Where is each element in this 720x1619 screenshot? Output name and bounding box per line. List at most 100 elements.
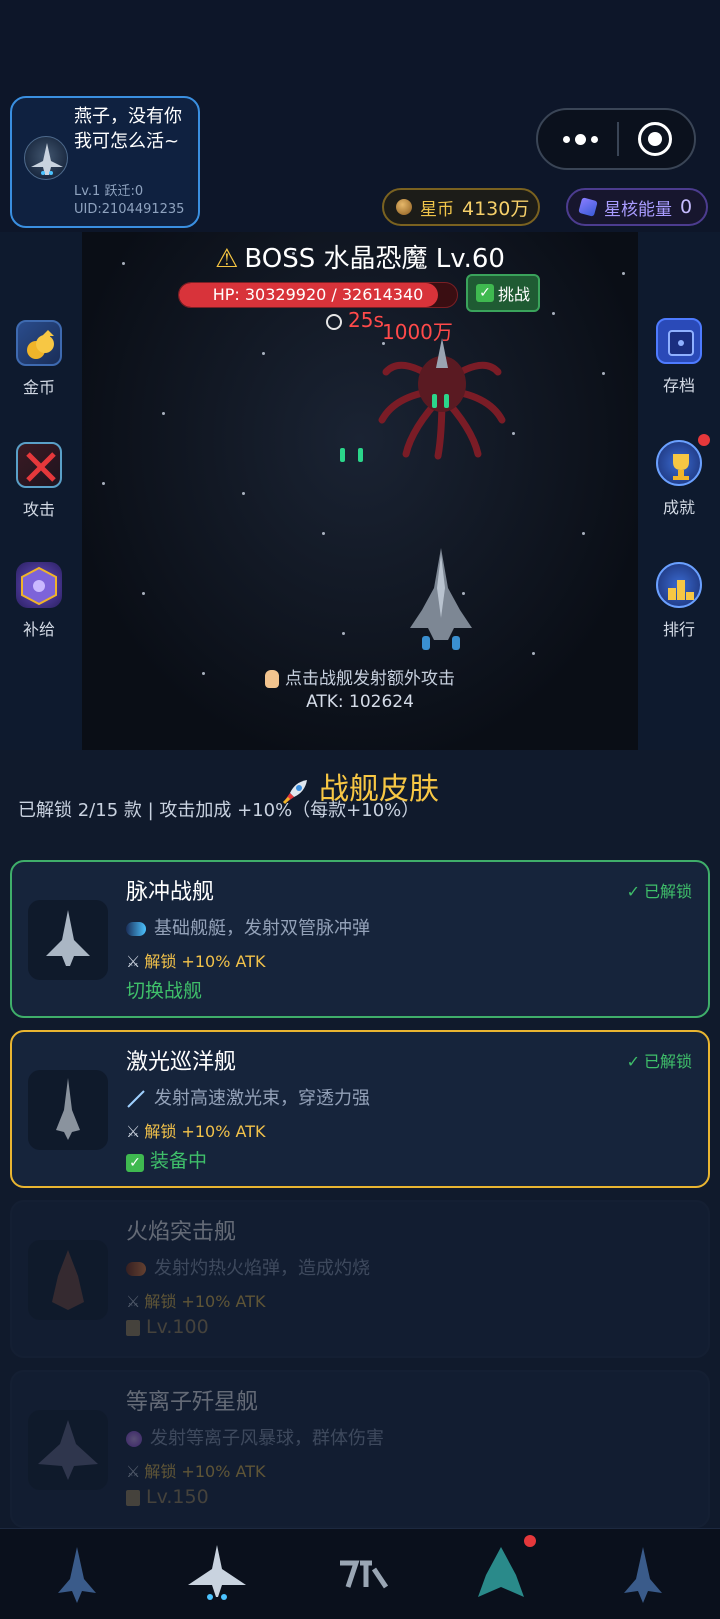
- bottom-nav: [0, 1528, 720, 1619]
- profile-level: Lv.1 跃迁:0: [74, 184, 144, 199]
- menu-achievement[interactable]: 成就: [644, 434, 714, 518]
- skin-card-plasma[interactable]: 等离子歼星舰 发射等离子风暴球，群体伤害 ⚔ 解锁 +10% ATK Lv.150: [10, 1370, 710, 1528]
- star: [462, 592, 465, 595]
- skin-card-pulse[interactable]: 脉冲战舰 ✓ 已解锁 基础舰艇，发射双管脉冲弹 ⚔ 解锁 +10% ATK 切换战舰: [10, 860, 710, 1018]
- menu-ranking-label: 排行: [662, 620, 695, 639]
- check-icon: ✓: [626, 882, 640, 901]
- atk-readout: ATK: 102624: [306, 692, 414, 712]
- nav-ship-2[interactable]: [182, 1539, 252, 1609]
- nav-ship-1[interactable]: [42, 1539, 112, 1609]
- boss-timer: 25s: [326, 308, 384, 332]
- skin-name: 脉冲战舰: [126, 880, 215, 905]
- skin-bonus: ⚔ 解锁 +10% ATK: [126, 1122, 266, 1141]
- warning-icon: ⚠: [215, 244, 239, 274]
- menu-ranking[interactable]: 排行: [644, 562, 714, 640]
- swords-icon: ⚔: [126, 1462, 141, 1481]
- pointing-hand-icon: [265, 670, 279, 688]
- gold-coins-icon: [16, 320, 62, 366]
- swords-icon: ⚔: [126, 1122, 141, 1141]
- menu-supply[interactable]: 补给: [4, 562, 74, 640]
- coin-balance[interactable]: 星币 4130万: [382, 188, 540, 226]
- menu-save[interactable]: 存档: [644, 318, 714, 396]
- leaderboard-icon: [656, 562, 702, 608]
- boss-crystal-demon-icon: [378, 338, 506, 460]
- nav-logo[interactable]: [326, 1539, 396, 1609]
- capsule-divider: [617, 122, 619, 156]
- supply-crate-icon: [16, 562, 62, 608]
- star: [102, 482, 105, 485]
- energy-crystal-icon: [578, 197, 598, 217]
- skin-thumbnail: [28, 1240, 108, 1320]
- plasma-orb-icon: [126, 1431, 142, 1447]
- checkbox-icon: ✓: [475, 284, 494, 302]
- coin-icon: [396, 199, 412, 215]
- skin-thumbnail: [28, 1410, 108, 1490]
- crossed-swords-icon: [16, 442, 62, 488]
- menu-achievement-label: 成就: [662, 498, 695, 517]
- star: [582, 532, 585, 535]
- boss-hp-bar: HP: 30329920 / 32614340: [178, 282, 458, 308]
- boss-hp-text: HP: 30329920 / 32614340: [212, 285, 424, 304]
- swords-icon: ⚔: [126, 1292, 141, 1311]
- timer-text: 25s: [348, 308, 384, 332]
- menu-supply-label: 补给: [22, 620, 55, 639]
- profile-uid: UID:2104491235: [74, 202, 185, 217]
- skin-desc: 发射等离子风暴球，群体伤害: [126, 1424, 384, 1450]
- more-button[interactable]: [548, 110, 612, 168]
- achievement-badge: [698, 434, 710, 446]
- flame-bullet-icon: [126, 1262, 146, 1276]
- nav-ship-5[interactable]: [608, 1539, 678, 1609]
- save-icon: [656, 318, 702, 364]
- boss-bullet: [358, 448, 363, 462]
- checkbox-icon: ✓: [126, 1154, 144, 1172]
- energy-label: 星核能量: [604, 199, 672, 220]
- star: [552, 312, 555, 315]
- boss-title: ⚠ BOSS 水晶恐魔 Lv.60: [0, 238, 720, 275]
- star: [322, 532, 325, 535]
- battle-area: ⚠ BOSS 水晶恐魔 Lv.60 HP: 30329920 / 32614340…: [0, 232, 720, 750]
- menu-gold-label: 金币: [22, 378, 55, 397]
- laser-ship-icon: [56, 1078, 80, 1140]
- profile-card[interactable]: 燕子，没有你我可怎么活~ Lv.1 跃迁:0 UID:2104491235: [10, 96, 200, 228]
- skins-panel: 战舰皮肤 已解锁 2/15 款 | 攻击加成 +10%（每款+10%） 脉冲战舰…: [0, 750, 720, 1528]
- flame-ship-icon: [52, 1250, 84, 1310]
- energy-balance[interactable]: 星核能量 0: [566, 188, 708, 226]
- profile-name: 燕子，没有你我可怎么活~: [74, 106, 182, 152]
- star: [512, 432, 515, 435]
- menu-attack[interactable]: 攻击: [4, 442, 74, 520]
- skins-summary: 已解锁 2/15 款 | 攻击加成 +10%（每款+10%）: [18, 800, 420, 821]
- tap-hint-text: 点击战舰发射额外攻击: [285, 669, 455, 689]
- damage-popup: 1000万: [382, 320, 453, 344]
- lock-icon: [126, 1489, 140, 1506]
- energy-value: 0: [680, 196, 693, 218]
- switch-ship-button[interactable]: 切换战舰: [126, 976, 202, 1003]
- more-dot-icon: [590, 135, 598, 143]
- skin-lock-requirement: Lv.150: [126, 1486, 209, 1508]
- skin-card-flame[interactable]: 火焰突击舰 发射灼热火焰弹，造成灼烧 ⚔ 解锁 +10% ATK Lv.100: [10, 1200, 710, 1358]
- skin-thumbnail: [28, 1070, 108, 1150]
- ship-avatar-icon: [31, 143, 63, 175]
- top-header: 燕子，没有你我可怎么活~ Lv.1 跃迁:0 UID:2104491235 星币…: [0, 0, 720, 232]
- nav-ship-4[interactable]: [466, 1535, 536, 1609]
- tap-hint: 点击战舰发射额外攻击: [0, 664, 720, 689]
- pulse-bullet-icon: [126, 922, 146, 936]
- skin-lock-requirement: Lv.100: [126, 1316, 209, 1338]
- skin-name: 火焰突击舰: [126, 1220, 237, 1245]
- logo-nav-icon: [340, 1560, 389, 1589]
- star: [532, 652, 535, 655]
- menu-gold[interactable]: 金币: [4, 320, 74, 398]
- skin-status: ✓ 已解锁: [626, 882, 692, 901]
- boss-monster[interactable]: [372, 324, 512, 464]
- skin-bonus: ⚔ 解锁 +10% ATK: [126, 952, 266, 971]
- skin-desc: 基础舰艇，发射双管脉冲弹: [126, 914, 370, 940]
- close-target-icon[interactable]: [638, 122, 672, 156]
- trophy-icon: [656, 440, 702, 486]
- equipped-indicator: ✓ 装备中: [126, 1146, 207, 1173]
- skin-card-laser[interactable]: 激光巡洋舰 ✓ 已解锁 发射高速激光束，穿透力强 ⚔ 解锁 +10% ATK ✓ 装备…: [10, 1030, 710, 1188]
- star: [602, 372, 605, 375]
- player-ship[interactable]: [408, 548, 474, 652]
- skin-thumbnail: [28, 900, 108, 980]
- challenge-button[interactable]: ✓ 挑战: [466, 274, 540, 312]
- star: [242, 492, 245, 495]
- coin-label: 星币: [420, 199, 454, 220]
